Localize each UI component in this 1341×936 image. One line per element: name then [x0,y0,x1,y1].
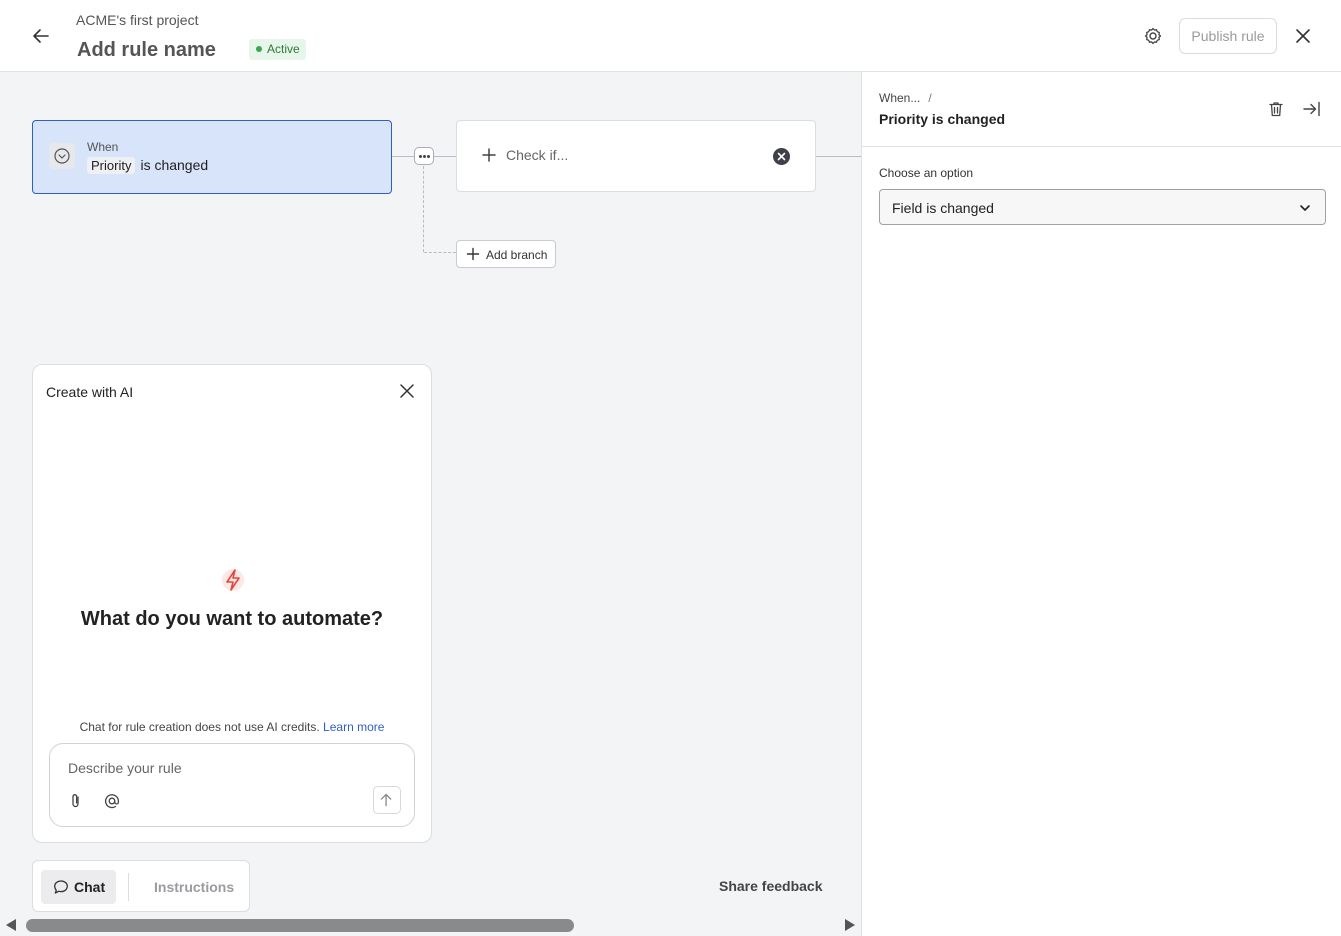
trigger-details-panel: When... / Priority is changed Choose an o… [861,72,1341,936]
ai-credits-note: Chat for rule creation does not use AI c… [33,720,431,734]
breadcrumb: When... / [879,91,932,105]
learn-more-link[interactable]: Learn more [323,720,384,734]
tab-chat[interactable]: Chat [41,870,116,904]
trigger-card[interactable]: When Priority is changed [32,120,392,194]
close-icon[interactable] [399,383,415,399]
bolt-icon [222,569,244,591]
branch-connector [423,166,424,252]
add-branch-button[interactable]: Add branch [456,240,556,268]
create-with-ai-panel: Create with AI What do you want to autom… [32,364,432,843]
header: ACME's first project Add rule name Activ… [0,0,1341,72]
scroll-left-icon[interactable] [6,919,16,931]
trigger-when-label: When [87,140,119,154]
tab-divider [128,873,129,901]
option-select-value: Field is changed [892,200,994,216]
tab-chat-label: Chat [74,879,106,895]
more-icon-dot [427,155,430,158]
breadcrumb-item[interactable]: When... [879,91,920,105]
describe-rule-field[interactable] [49,743,415,827]
connector-line [816,156,861,157]
trigger-condition: is changed [140,157,209,173]
rule-canvas[interactable]: When Priority is changed Check if... Add … [0,72,861,936]
credits-text: Chat for rule creation does not use AI c… [79,720,320,734]
panel-title: Priority is changed [879,111,1006,127]
field-chip: Priority [87,157,136,174]
bottom-tab-bar: Chat Instructions [32,860,250,912]
option-select[interactable]: Field is changed [879,189,1326,225]
chat-bubble-icon [54,880,68,894]
trash-icon[interactable] [1267,100,1285,118]
tab-instructions[interactable]: Instructions [154,879,234,895]
close-icon[interactable] [1293,26,1313,46]
chevron-down-icon [54,148,70,164]
panel-header: When... / Priority is changed [862,72,1341,147]
add-branch-label: Add branch [486,248,548,262]
connector-line [392,156,414,157]
back-arrow-icon[interactable] [30,25,52,47]
arrow-up-icon [380,793,392,807]
breadcrumb-separator: / [928,91,932,105]
trigger-summary: Priority is changed [87,157,208,174]
at-icon[interactable] [103,792,121,810]
ai-headline: What do you want to automate? [80,608,384,630]
connector-line [434,156,456,157]
option-label: Choose an option [879,166,974,180]
gear-icon[interactable] [1143,26,1163,46]
scrollbar-thumb[interactable] [26,919,574,932]
status-label: Active [267,42,300,56]
paperclip-icon[interactable] [68,792,84,810]
plus-icon [466,247,480,261]
status-badge: Active [249,39,306,60]
check-label: Check if... [506,147,569,163]
branch-connector [424,252,456,253]
send-button[interactable] [373,786,401,814]
project-name: ACME's first project [76,12,199,28]
trigger-toggle[interactable] [49,143,75,169]
share-feedback-link[interactable]: Share feedback [719,878,823,894]
horizontal-scrollbar[interactable] [0,914,861,936]
collapse-panel-icon[interactable] [1302,100,1322,118]
clear-icon[interactable] [773,148,790,165]
more-icon-dot [423,155,426,158]
more-icon-dot [419,155,422,158]
describe-rule-input[interactable] [68,758,388,778]
rule-name[interactable]: Add rule name [77,39,216,62]
ai-panel-title: Create with AI [46,384,134,400]
more-options-button[interactable] [414,147,434,165]
status-dot [256,46,262,52]
chevron-down-icon [1300,205,1310,211]
scroll-right-icon[interactable] [845,919,855,931]
publish-rule-button[interactable]: Publish rule [1179,18,1277,54]
check-condition-card[interactable]: Check if... [456,120,816,192]
plus-icon [482,148,496,162]
